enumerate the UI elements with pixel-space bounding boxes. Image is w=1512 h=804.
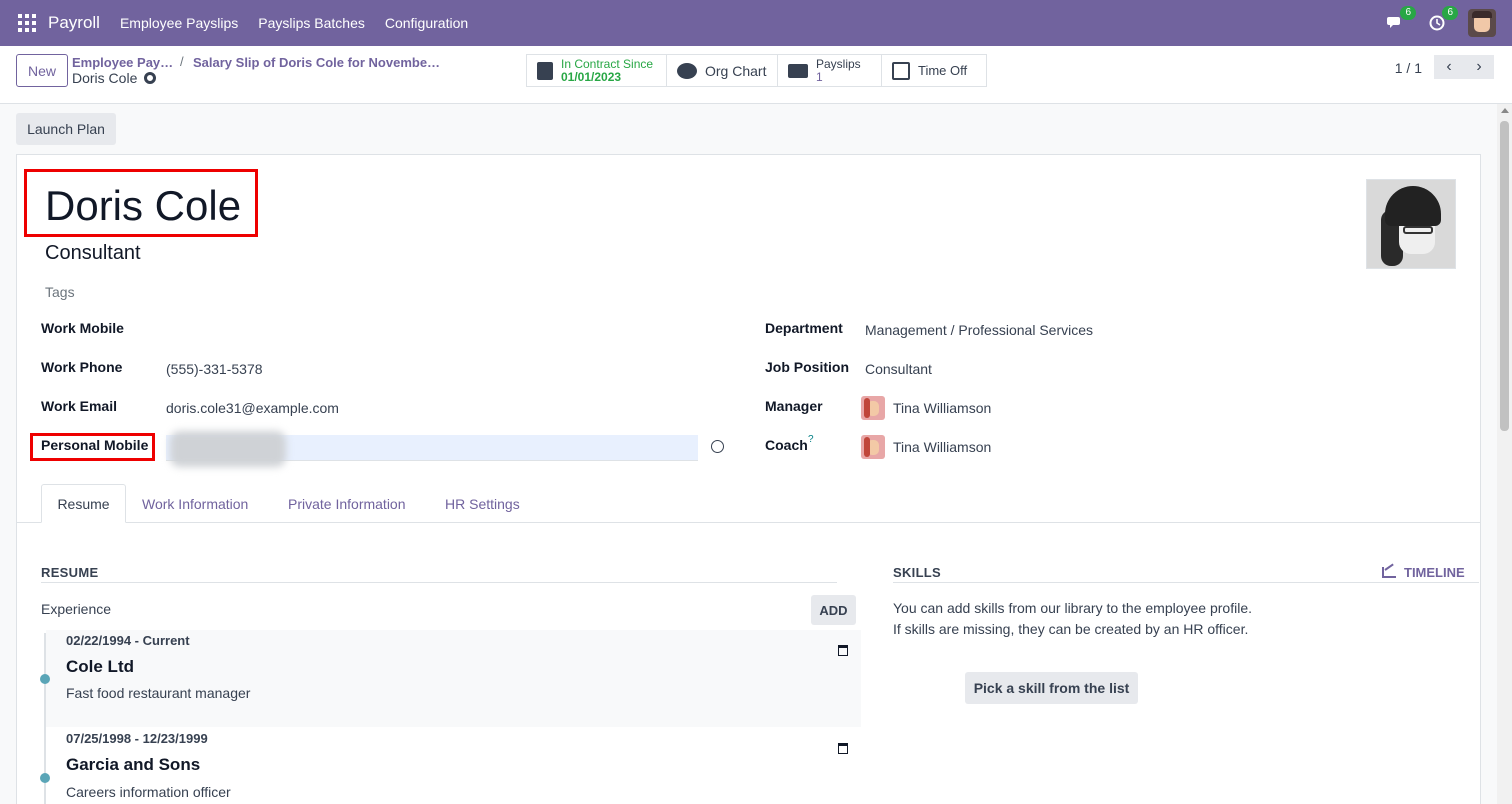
resume-entry-company[interactable]: Garcia and Sons [66, 755, 200, 775]
resume-entry-company[interactable]: Cole Ltd [66, 657, 134, 677]
org-chart-label: Org Chart [705, 62, 767, 79]
scroll-thumb[interactable] [1500, 121, 1509, 431]
tab-resume[interactable]: Resume [41, 484, 126, 523]
chevron-right-icon: › [1476, 58, 1482, 75]
activities-badge: 6 [1442, 6, 1458, 20]
top-navbar: Payroll Employee Payslips Payslips Batch… [0, 0, 1512, 46]
time-off-label: Time Off [918, 63, 968, 78]
skills-title: SKILLS [893, 565, 942, 580]
breadcrumb-employee-payslips[interactable]: Employee Pay… [72, 55, 173, 70]
timeline-label: TIMELINE [1404, 565, 1465, 580]
resume-title: RESUME [41, 565, 99, 580]
resume-entry-dates: 02/22/1994 - Current [66, 633, 190, 648]
chevron-left-icon: ‹ [1446, 58, 1452, 75]
resume-divider [41, 582, 837, 583]
pick-skill-button[interactable]: Pick a skill from the list [965, 672, 1138, 704]
contract-smart-button[interactable]: In Contract Since 01/01/2023 [527, 55, 667, 86]
user-avatar[interactable] [1468, 9, 1496, 37]
breadcrumb-salary-slip[interactable]: Salary Slip of Doris Cole for Novembe… [193, 55, 440, 70]
new-button[interactable]: New [16, 54, 68, 87]
messages-badge: 6 [1400, 6, 1416, 20]
manager-label: Manager [765, 398, 823, 414]
timeline-dot [40, 674, 50, 684]
work-phone-label: Work Phone [41, 359, 123, 375]
personal-mobile-highlight-box [30, 433, 155, 461]
manager-field[interactable]: Tina Williamson [893, 400, 991, 416]
activities-clock-icon[interactable]: 6 [1426, 6, 1458, 34]
coach-help-icon[interactable]: ? [808, 434, 814, 445]
redacted-value [170, 431, 286, 467]
name-highlight-box [24, 169, 258, 237]
tab-work-information[interactable]: Work Information [126, 484, 264, 523]
coach-field[interactable]: Tina Williamson [893, 439, 991, 455]
breadcrumb-separator: / [180, 54, 184, 69]
smart-buttons: In Contract Since 01/01/2023 Org Chart P… [526, 54, 987, 87]
resume-entry-description: Careers information officer [66, 784, 231, 800]
employee-job-title[interactable]: Consultant [45, 242, 141, 265]
resume-entry-dates: 07/25/1998 - 12/23/1999 [66, 731, 208, 746]
money-icon [788, 63, 808, 78]
tab-private-information[interactable]: Private Information [272, 484, 422, 523]
messages-icon[interactable]: 6 [1384, 6, 1416, 34]
payslips-label: Payslips [816, 56, 861, 71]
work-email-field[interactable]: doris.cole31@example.com [166, 400, 339, 416]
timeline-button[interactable]: TIMELINE [1382, 565, 1465, 580]
trash-icon[interactable] [838, 743, 848, 754]
work-email-label: Work Email [41, 398, 117, 414]
current-record-name: Doris Cole [72, 70, 138, 86]
tab-hr-settings[interactable]: HR Settings [429, 484, 536, 523]
pager-previous-button[interactable]: ‹ [1434, 55, 1464, 79]
control-panel: New Employee Pay… / Salary Slip of Doris… [0, 46, 1512, 104]
contract-label: In Contract Since [561, 56, 654, 71]
payslips-count: 1 [816, 69, 823, 84]
experience-label: Experience [41, 601, 112, 617]
timeline-dot [40, 773, 50, 783]
launch-plan-button[interactable]: Launch Plan [16, 113, 116, 145]
calendar-icon [892, 61, 910, 80]
job-position-field[interactable]: Consultant [865, 361, 932, 377]
department-field[interactable]: Management / Professional Services [865, 322, 1093, 338]
skills-help-line-1: You can add skills from our library to t… [893, 600, 1252, 616]
manager-avatar [861, 396, 885, 420]
department-label: Department [765, 320, 843, 336]
add-resume-line-button[interactable]: ADD [811, 595, 856, 625]
skills-help-line-2: If skills are missing, they can be creat… [893, 621, 1249, 637]
scrollbar[interactable] [1497, 104, 1512, 804]
pager-next-button[interactable]: › [1464, 55, 1494, 79]
coach-avatar [861, 435, 885, 459]
skills-divider [893, 582, 1479, 583]
menu-configuration[interactable]: Configuration [385, 15, 468, 31]
employee-photo[interactable] [1366, 179, 1456, 269]
users-icon [677, 62, 697, 79]
menu-payslips-batches[interactable]: Payslips Batches [258, 15, 365, 31]
work-phone-field[interactable]: (555)-331-5378 [166, 361, 263, 377]
scroll-up-arrow-icon[interactable] [1501, 108, 1509, 113]
breadcrumb-current: Doris Cole [72, 70, 157, 86]
work-mobile-label: Work Mobile [41, 320, 124, 336]
book-icon [537, 61, 553, 80]
coach-label: Coach [765, 437, 808, 453]
job-position-label: Job Position [765, 359, 849, 375]
apps-menu-icon[interactable] [18, 14, 36, 32]
org-chart-smart-button[interactable]: Org Chart [667, 55, 778, 86]
payslips-smart-button[interactable]: Payslips 1 [778, 55, 882, 86]
whatsapp-icon[interactable] [711, 440, 724, 453]
tags-input[interactable]: Tags [45, 284, 75, 300]
resume-entry-description: Fast food restaurant manager [66, 685, 251, 701]
trash-icon[interactable] [838, 645, 848, 656]
pager-value[interactable]: 1 / 1 [1395, 60, 1422, 76]
contract-date: 01/01/2023 [561, 69, 622, 84]
time-off-smart-button[interactable]: Time Off [882, 55, 986, 86]
gear-icon[interactable] [144, 72, 157, 84]
app-name[interactable]: Payroll [48, 13, 100, 33]
line-chart-icon [1382, 567, 1396, 578]
menu-employee-payslips[interactable]: Employee Payslips [120, 15, 238, 31]
